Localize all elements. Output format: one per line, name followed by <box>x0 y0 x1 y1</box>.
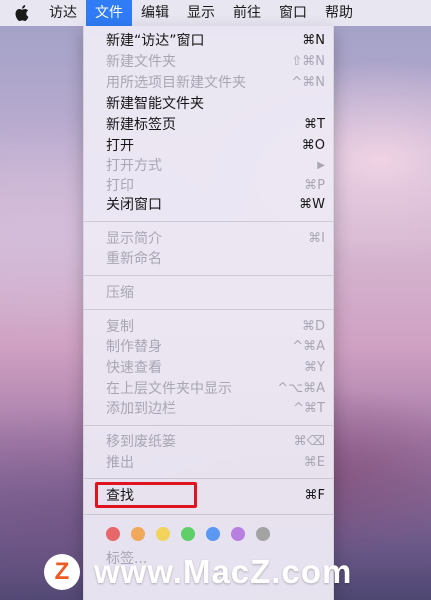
logo-letter: Z <box>54 558 70 585</box>
menu-item-label: 压缩 <box>106 285 134 301</box>
menu-item-new-finder-window[interactable]: 新建“访达”窗口 ⌘N <box>84 30 333 50</box>
menu-item-shortcut: ⌘Y <box>304 359 325 375</box>
menu-separator <box>84 309 333 310</box>
menu-item-label: 用所选项目新建文件夹 <box>106 75 246 91</box>
watermark-text: www.MacZ.com <box>94 553 353 590</box>
menu-item-shortcut: ^⌘N <box>291 74 325 90</box>
file-menu: 新建“访达”窗口 ⌘N 新建文件夹 ⇧⌘N 用所选项目新建文件夹 ^⌘N 新建智… <box>83 26 334 600</box>
menu-item-label: 快速查看 <box>106 360 162 376</box>
menu-item-shortcut: ⌘P <box>304 177 325 193</box>
menu-item-shortcut: ⌘N <box>302 32 325 48</box>
menu-item-label: 新建标签页 <box>106 117 176 133</box>
menu-item-make-alias[interactable]: 制作替身 ^⌘A <box>84 336 333 356</box>
tag-color-row <box>106 527 270 541</box>
menu-separator <box>84 478 333 479</box>
menubar-file[interactable]: 文件 <box>86 0 132 26</box>
menu-item-label: 推出 <box>106 455 134 471</box>
menu-item-shortcut: ⌘E <box>303 454 325 470</box>
menu-item-compress[interactable]: 压缩 <box>84 282 333 302</box>
menu-item-label: 新建智能文件夹 <box>106 96 204 112</box>
tag-orange-dot[interactable] <box>131 527 145 541</box>
submenu-arrow-icon: ▶ <box>317 159 325 171</box>
menu-item-label: 显示简介 <box>106 231 162 247</box>
tag-red-dot[interactable] <box>106 527 120 541</box>
menu-item-rename[interactable]: 重新命名 <box>84 248 333 268</box>
menu-item-open-with[interactable]: 打开方式 ▶ <box>84 155 333 175</box>
tag-gray-dot[interactable] <box>256 527 270 541</box>
menu-item-shortcut: ^⌘A <box>292 338 325 354</box>
menu-item-new-smart-folder[interactable]: 新建智能文件夹 <box>84 93 333 113</box>
menu-item-print[interactable]: 打印 ⌘P <box>84 175 333 195</box>
menu-item-label: 制作替身 <box>106 339 162 355</box>
menu-item-shortcut: ⌘O <box>301 137 325 153</box>
menu-item-new-tab[interactable]: 新建标签页 ⌘T <box>84 114 333 134</box>
menu-item-close-window[interactable]: 关闭窗口 ⌘W <box>84 194 333 214</box>
menu-item-label: 在上层文件夹中显示 <box>106 381 232 397</box>
tag-yellow-dot[interactable] <box>156 527 170 541</box>
tag-purple-dot[interactable] <box>231 527 245 541</box>
menu-item-new-folder-with-selection[interactable]: 用所选项目新建文件夹 ^⌘N <box>84 72 333 92</box>
menu-item-shortcut: ⌘W <box>299 196 325 212</box>
menu-separator <box>84 514 333 515</box>
menu-item-label: 复制 <box>106 319 134 335</box>
menu-item-shortcut: ^⌘T <box>293 400 325 416</box>
menu-item-shortcut: ⌘T <box>304 116 325 132</box>
menu-item-shortcut: ⇧⌘N <box>291 53 325 69</box>
menu-item-label: 添加到边栏 <box>106 401 176 417</box>
menubar-finder[interactable]: 访达 <box>40 0 86 26</box>
menu-item-get-info[interactable]: 显示简介 ⌘I <box>84 228 333 248</box>
menu-item-shortcut: ⌘⌫ <box>293 433 325 449</box>
menubar-window[interactable]: 窗口 <box>270 0 316 26</box>
macz-logo-icon: Z <box>44 554 80 590</box>
menu-item-duplicate[interactable]: 复制 ⌘D <box>84 316 333 336</box>
menu-separator <box>84 425 333 426</box>
menu-item-open[interactable]: 打开 ⌘O <box>84 135 333 155</box>
watermark: Z www.MacZ.com <box>44 552 352 592</box>
menu-item-label: 打印 <box>106 178 134 194</box>
menu-item-label: 打开方式 <box>106 158 162 174</box>
menu-separator <box>84 275 333 276</box>
menu-item-label: 新建文件夹 <box>106 54 176 70</box>
menu-item-shortcut: ^⌥⌘A <box>277 380 325 396</box>
tag-green-dot[interactable] <box>181 527 195 541</box>
menu-item-eject[interactable]: 推出 ⌘E <box>84 452 333 472</box>
menubar-view[interactable]: 显示 <box>178 0 224 26</box>
menu-item-new-folder[interactable]: 新建文件夹 ⇧⌘N <box>84 51 333 71</box>
menu-item-shortcut: ⌘I <box>308 230 325 246</box>
menu-item-quick-look[interactable]: 快速查看 ⌘Y <box>84 357 333 377</box>
menu-separator <box>84 221 333 222</box>
menu-item-label: 打开 <box>106 138 134 154</box>
menu-item-move-to-trash[interactable]: 移到废纸篓 ⌘⌫ <box>84 431 333 451</box>
menubar-help[interactable]: 帮助 <box>316 0 362 26</box>
menu-item-shortcut: ⌘F <box>304 487 325 503</box>
menu-item-label: 关闭窗口 <box>106 197 162 213</box>
menu-item-label: 移到废纸篓 <box>106 434 176 450</box>
menu-item-add-to-sidebar[interactable]: 添加到边栏 ^⌘T <box>84 398 333 418</box>
menubar-edit[interactable]: 编辑 <box>132 0 178 26</box>
tag-blue-dot[interactable] <box>206 527 220 541</box>
find-highlight-box <box>95 482 197 508</box>
menu-item-show-in-enclosing-folder[interactable]: 在上层文件夹中显示 ^⌥⌘A <box>84 378 333 398</box>
menu-item-label: 新建“访达”窗口 <box>106 33 205 49</box>
menu-item-label: 重新命名 <box>106 251 162 267</box>
apple-icon[interactable] <box>10 0 32 26</box>
menu-bar: 访达 文件 编辑 显示 前往 窗口 帮助 <box>0 0 431 26</box>
menu-item-shortcut: ⌘D <box>301 318 325 334</box>
menubar-go[interactable]: 前往 <box>224 0 270 26</box>
